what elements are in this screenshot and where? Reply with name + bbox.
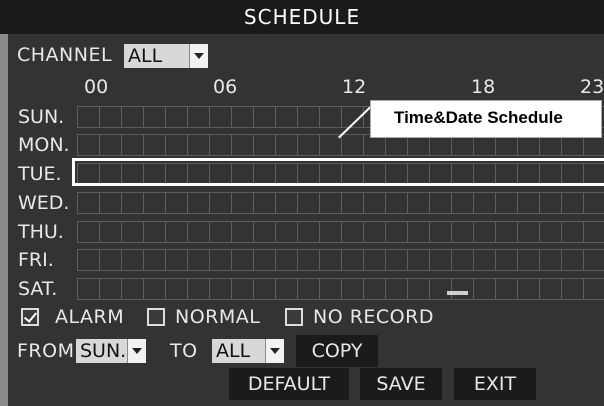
- to-day-select[interactable]: ALL: [212, 339, 284, 363]
- normal-checkbox[interactable]: [147, 308, 165, 326]
- chevron-down-icon: [265, 339, 284, 363]
- chevron-down-icon: [189, 44, 208, 68]
- hour-label-12: 12: [342, 76, 367, 98]
- hour-label-00: 00: [84, 76, 109, 98]
- to-day-value: ALL: [216, 340, 251, 362]
- window-title: SCHEDULE: [0, 0, 604, 34]
- day-label-sat: SAT.: [18, 278, 58, 300]
- to-label: TO: [170, 340, 198, 362]
- hour-label-23: 23: [580, 76, 604, 98]
- from-day-select[interactable]: SUN.: [76, 339, 146, 363]
- schedule-row-wed[interactable]: [77, 192, 604, 214]
- no-record-label: NO RECORD: [313, 306, 434, 328]
- day-label-wed: WED.: [18, 192, 70, 214]
- day-label-tue: TUE.: [18, 163, 62, 185]
- channel-select-value: ALL: [128, 45, 163, 67]
- save-button[interactable]: SAVE: [360, 368, 442, 400]
- day-label-thu: THU.: [18, 221, 64, 243]
- normal-label: NORMAL: [175, 306, 261, 328]
- from-day-value: SUN.: [80, 340, 127, 362]
- alarm-checkbox[interactable]: [21, 308, 39, 326]
- hour-label-06: 06: [213, 76, 238, 98]
- channel-label: CHANNEL: [17, 44, 113, 66]
- cell-cursor: [447, 291, 468, 295]
- from-label: FROM: [17, 340, 75, 362]
- schedule-row-fri[interactable]: [77, 249, 604, 271]
- day-label-mon: MON.: [18, 134, 70, 156]
- callout-label: Time&Date Schedule: [394, 108, 563, 127]
- schedule-row-sat[interactable]: [77, 278, 604, 300]
- no-record-checkbox[interactable]: [285, 308, 303, 326]
- copy-button[interactable]: COPY: [296, 335, 378, 367]
- day-label-fri: FRI.: [18, 249, 54, 271]
- alarm-label: ALARM: [55, 306, 125, 328]
- hour-label-18: 18: [471, 76, 496, 98]
- tue-row-highlight: [72, 158, 604, 186]
- schedule-row-thu[interactable]: [77, 221, 604, 243]
- day-label-sun: SUN.: [18, 106, 65, 128]
- exit-button[interactable]: EXIT: [454, 368, 536, 400]
- channel-select[interactable]: ALL: [124, 44, 208, 68]
- schedule-screen: SCHEDULE CHANNEL ALL 00 06 12 18 23 SUN.…: [0, 0, 604, 406]
- default-button[interactable]: DEFAULT: [229, 368, 349, 400]
- chevron-down-icon: [127, 339, 146, 363]
